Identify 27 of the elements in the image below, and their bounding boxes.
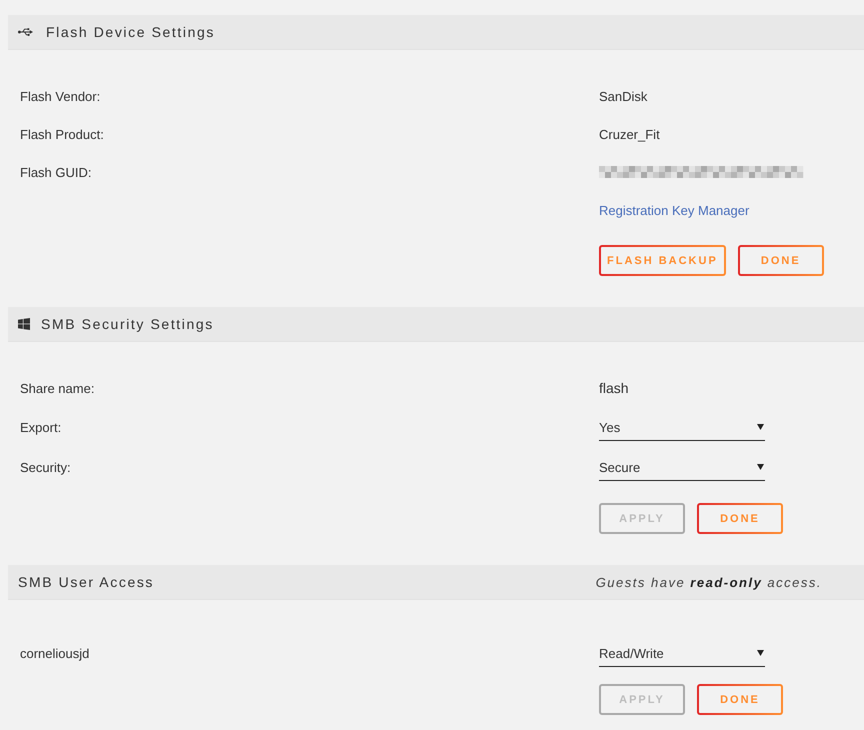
caret-icon [757,464,764,470]
field-label: Share name: [20,380,94,396]
select-field[interactable]: Read/Write [599,639,765,667]
caret-icon [757,424,764,430]
section-title: SMB Security Settings [41,316,214,332]
action-button[interactable]: DONE [738,245,824,276]
field-value: flash [599,380,629,396]
field-value: SanDisk [599,88,648,104]
windows-icon [18,318,30,330]
action-button[interactable]: DONE [697,684,783,715]
field-label: Flash Vendor: [20,88,100,104]
field-label: Flash GUID: [20,164,92,180]
caret-icon [757,650,764,656]
select-field[interactable]: Secure [599,453,765,481]
action-button[interactable]: FLASH BACKUP [599,245,726,276]
section-title: SMB User Access [18,574,154,590]
field-label: Security: [20,460,71,474]
field-value: Cruzer_Fit [599,126,660,142]
field-label: corneliousjd [20,646,90,660]
usb-icon [18,27,33,37]
action-button[interactable]: DONE [697,503,783,534]
header-note: Guests have read-only access. [596,574,822,590]
field-label: Export: [20,420,62,434]
key-manager-link[interactable]: Registration Key Manager [599,202,750,218]
section-title: Flash Device Settings [46,24,215,40]
field-label: Flash Product: [20,126,104,142]
select-field[interactable]: Yes [599,413,765,441]
